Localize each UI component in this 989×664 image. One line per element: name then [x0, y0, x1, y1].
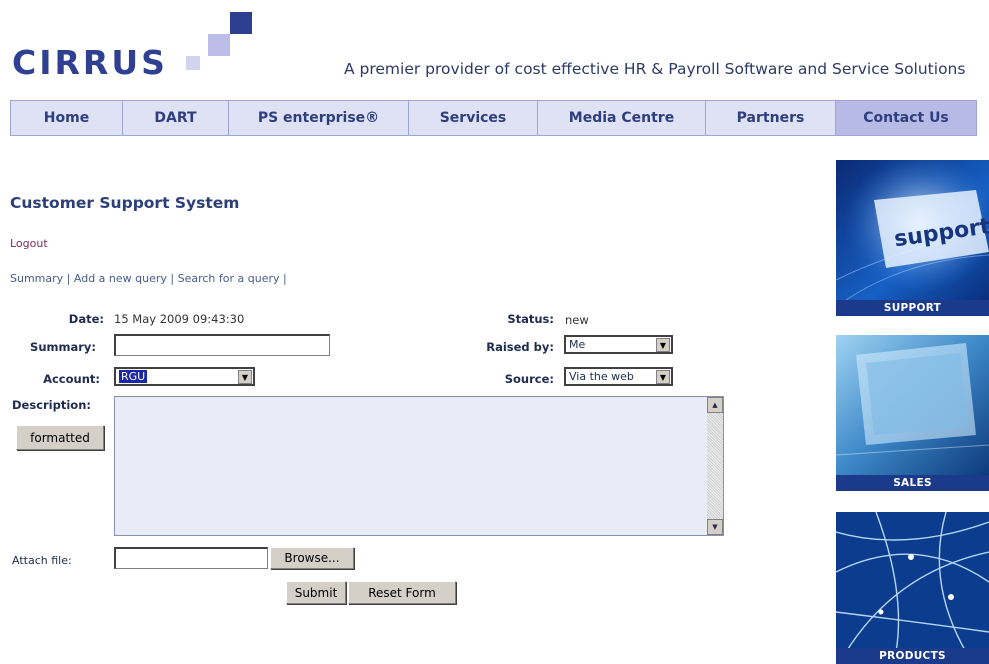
sales-image [836, 335, 989, 475]
support-banner[interactable]: support SUPPORT [836, 160, 989, 316]
source-select[interactable]: Via the web ▼ [564, 367, 673, 386]
logo-square-dark [230, 12, 252, 34]
search-query-link[interactable]: Search for a query [178, 272, 280, 285]
status-value: new [565, 313, 589, 327]
account-label: Account: [43, 372, 100, 386]
source-value: Via the web [569, 370, 634, 383]
date-label: Date: [68, 312, 104, 326]
nav-services[interactable]: Services [409, 101, 538, 135]
raised-by-label: Raised by: [486, 340, 554, 354]
raised-by-select[interactable]: Me ▼ [564, 335, 673, 354]
separator: | [283, 272, 287, 285]
tagline: A premier provider of cost effective HR … [344, 60, 966, 78]
account-select[interactable]: RGU ▼ [114, 367, 255, 386]
status-label: Status: [507, 312, 554, 326]
chevron-down-icon[interactable]: ▼ [656, 370, 670, 384]
page-title: Customer Support System [10, 194, 240, 212]
nav-dart[interactable]: DART [123, 101, 229, 135]
products-image [836, 512, 989, 652]
main-nav: Home DART PS enterprise® Services Media … [10, 100, 977, 136]
logo-wordmark: CIRRUS [12, 43, 168, 82]
summary-label: Summary: [30, 340, 96, 354]
date-value: 15 May 2009 09:43:30 [114, 312, 245, 326]
support-caption: SUPPORT [836, 300, 989, 316]
nav-ps-enterprise[interactable]: PS enterprise® [229, 101, 409, 135]
add-query-link[interactable]: Add a new query [74, 272, 167, 285]
scroll-down-icon[interactable]: ▼ [707, 519, 723, 535]
textarea-scrollbar[interactable] [707, 397, 723, 535]
nav-contact-us[interactable]: Contact Us [836, 101, 976, 135]
nav-partners[interactable]: Partners [706, 101, 836, 135]
sales-caption: SALES [836, 475, 989, 491]
logo-square-light [208, 34, 230, 56]
sub-navigation: Summary | Add a new query | Search for a… [10, 272, 287, 285]
formatted-button[interactable]: formatted [16, 425, 104, 450]
source-label: Source: [504, 372, 554, 386]
reset-form-button[interactable]: Reset Form [348, 581, 456, 604]
support-image: support [836, 160, 989, 300]
logout-link[interactable]: Logout [10, 237, 48, 250]
raised-by-value: Me [569, 338, 586, 351]
nav-home[interactable]: Home [11, 101, 123, 135]
account-value: RGU [119, 370, 148, 383]
browse-button[interactable]: Browse... [270, 547, 354, 569]
chevron-down-icon[interactable]: ▼ [238, 370, 252, 384]
attach-file-label: Attach file: [12, 554, 72, 567]
attach-file-input[interactable] [114, 547, 268, 569]
summary-input[interactable] [114, 334, 330, 356]
separator: | [170, 272, 178, 285]
cirrus-logo[interactable]: CIRRUS [12, 6, 252, 82]
scroll-up-icon[interactable]: ▲ [707, 397, 723, 413]
separator: | [66, 272, 74, 285]
products-banner[interactable]: PRODUCTS [836, 512, 989, 664]
summary-link[interactable]: Summary [10, 272, 63, 285]
logo-square-pale [186, 56, 200, 70]
sales-banner[interactable]: SALES [836, 335, 989, 491]
submit-button[interactable]: Submit [286, 581, 346, 604]
products-caption: PRODUCTS [836, 648, 989, 664]
description-textarea[interactable]: ▲ ▼ [114, 396, 724, 536]
nav-media-centre[interactable]: Media Centre [538, 101, 706, 135]
description-label: Description: [12, 398, 91, 412]
chevron-down-icon[interactable]: ▼ [656, 338, 670, 352]
